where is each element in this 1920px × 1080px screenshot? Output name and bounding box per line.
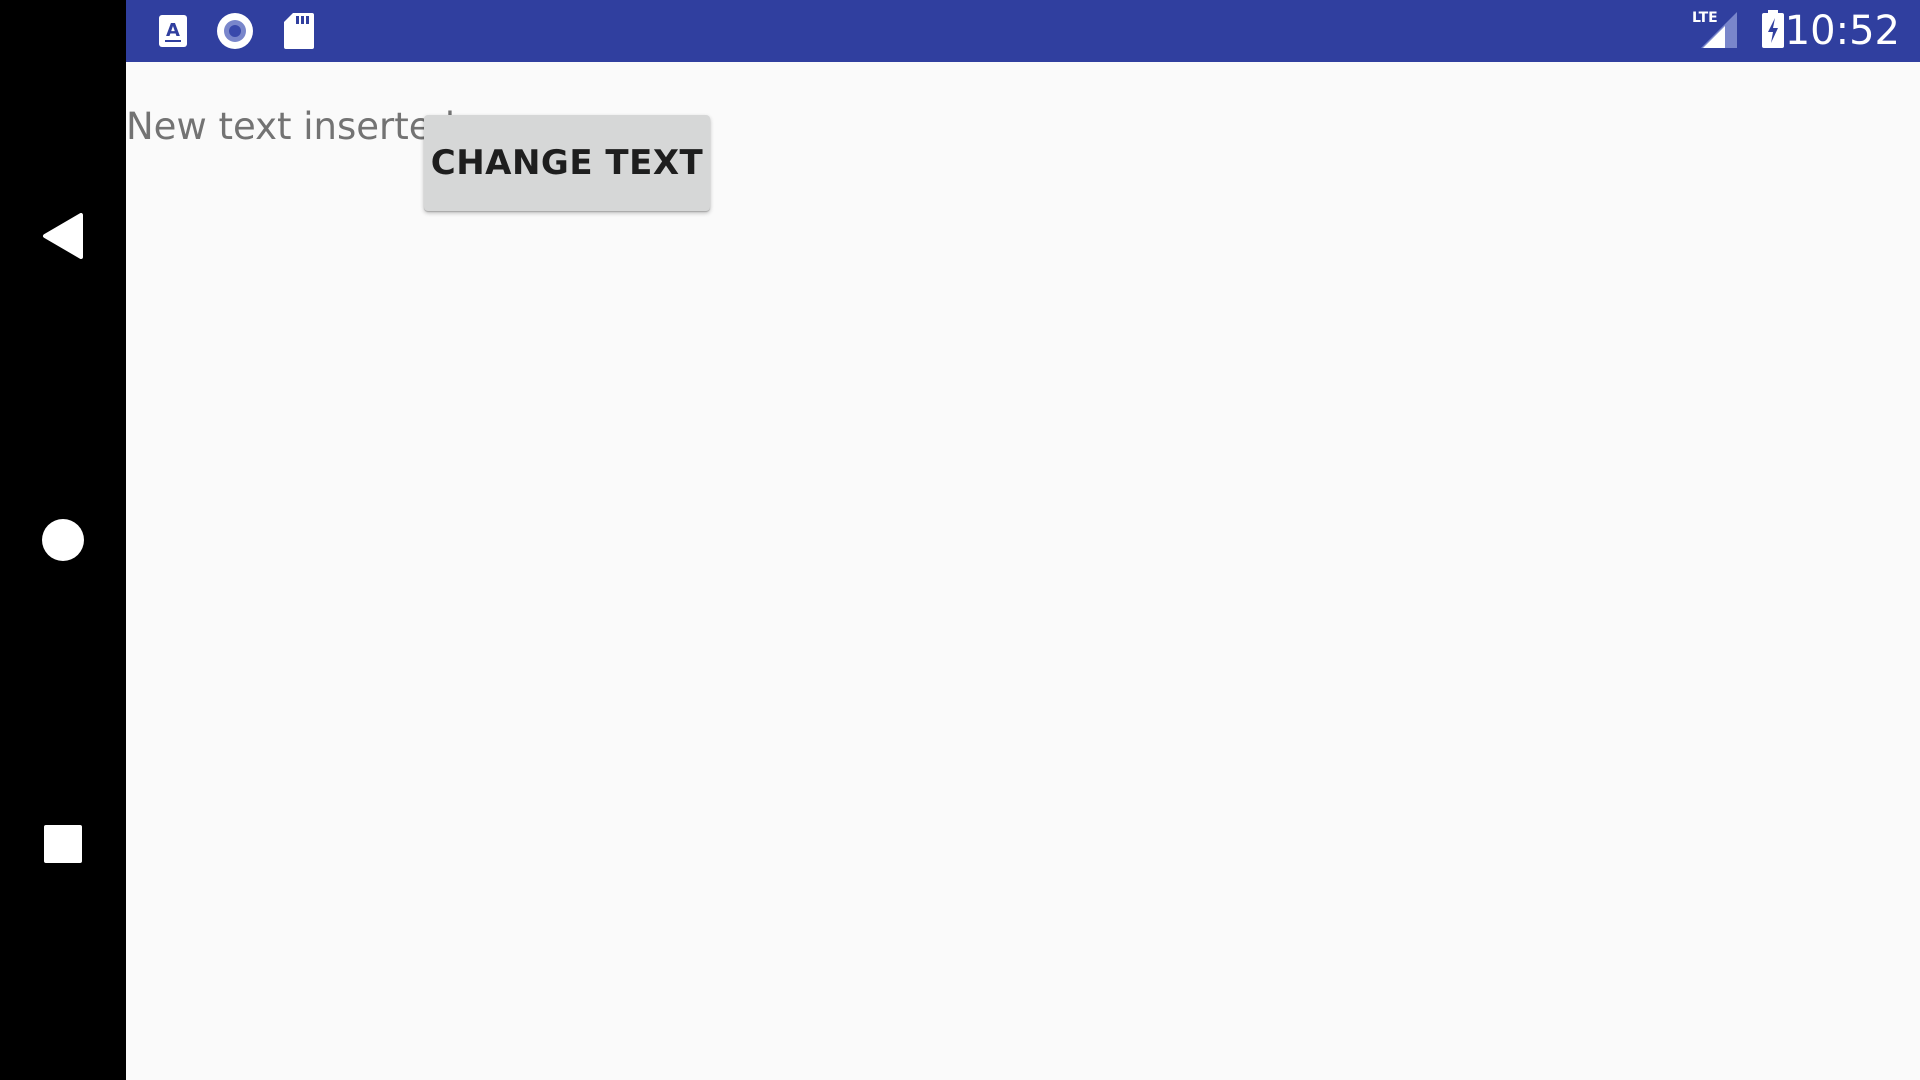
status-clock: 10:52	[1784, 8, 1900, 54]
recents-button[interactable]	[0, 784, 126, 904]
record-circle-icon	[215, 12, 255, 50]
sd-card-icon	[282, 12, 316, 50]
app-content: New text inserted CHANGE TEXT	[126, 62, 1920, 1080]
recents-square-icon	[44, 825, 82, 863]
accessibility-a-icon: A	[156, 12, 190, 50]
text-view: New text inserted	[126, 105, 455, 148]
home-button[interactable]	[0, 480, 126, 600]
change-text-button[interactable]: CHANGE TEXT	[424, 115, 710, 211]
battery-charging-icon	[1760, 10, 1786, 48]
back-button[interactable]	[0, 176, 126, 296]
home-circle-icon	[42, 519, 84, 561]
svg-text:LTE: LTE	[1692, 10, 1718, 26]
status-bar: A LTE 10:52	[126, 0, 1920, 62]
svg-text:A: A	[166, 20, 180, 41]
lte-signal-icon: LTE	[1691, 10, 1739, 48]
back-triangle-icon	[43, 213, 83, 259]
navigation-bar	[0, 0, 126, 1080]
